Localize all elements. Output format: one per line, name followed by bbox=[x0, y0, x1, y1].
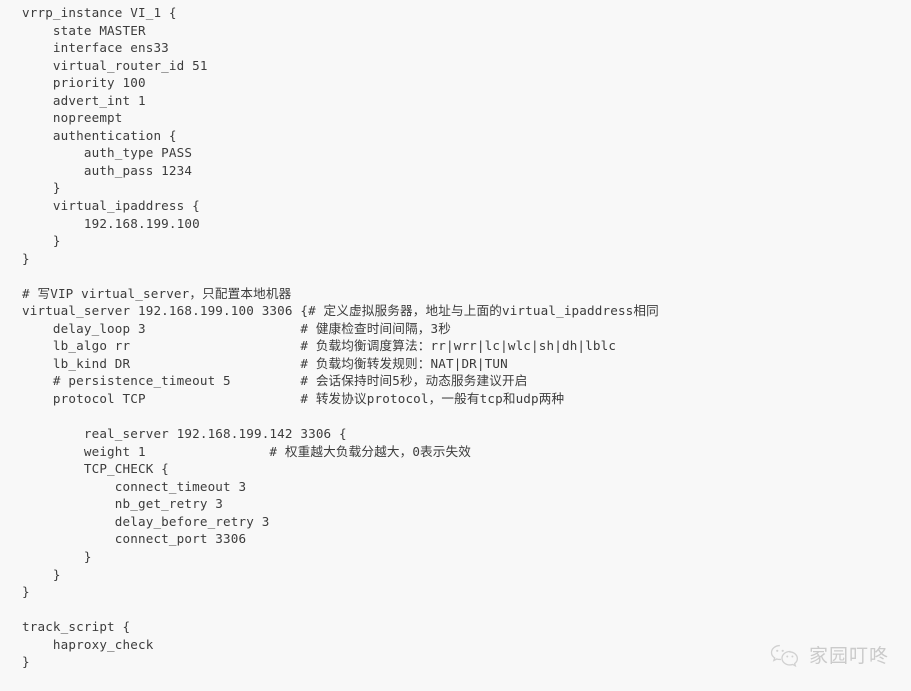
code-line: lb_kind DR # 负载均衡转发规则：NAT|DR|TUN bbox=[22, 355, 508, 371]
code-line: nopreempt bbox=[22, 110, 123, 126]
wechat-icon bbox=[770, 643, 800, 669]
code-line: delay_loop 3 # 健康检查时间间隔，3秒 bbox=[22, 320, 451, 336]
code-line: authentication { bbox=[22, 127, 177, 143]
watermark-label: 家园叮咚 bbox=[808, 645, 889, 667]
code-line: nb_get_retry 3 bbox=[22, 496, 224, 512]
code-line-list: vrrp_instance VI_1 { state MASTER interf… bbox=[0, 4, 911, 671]
code-line: delay_before_retry 3 bbox=[22, 513, 270, 529]
code-line: auth_pass 1234 bbox=[22, 162, 193, 178]
code-line: interface ens33 bbox=[22, 40, 169, 56]
code-line: protocol TCP # 转发协议protocol，一般有tcp和udp两种 bbox=[22, 391, 565, 407]
code-line: priority 100 bbox=[22, 75, 146, 91]
code-line: } bbox=[22, 566, 61, 582]
code-line: # 写VIP virtual_server，只配置本地机器 bbox=[22, 285, 292, 301]
code-line: virtual_router_id 51 bbox=[22, 57, 208, 73]
code-line: auth_type PASS bbox=[22, 145, 193, 161]
code-line: track_script { bbox=[22, 619, 131, 635]
code-line: virtual_ipaddress { bbox=[22, 198, 200, 214]
code-line: } bbox=[22, 250, 30, 266]
code-line: } bbox=[22, 548, 92, 564]
code-line: 192.168.199.100 bbox=[22, 215, 200, 231]
code-line: } bbox=[22, 180, 61, 196]
code-line: } bbox=[22, 584, 30, 600]
code-line: connect_timeout 3 bbox=[22, 478, 247, 494]
code-line: vrrp_instance VI_1 { bbox=[22, 5, 177, 20]
code-line: state MASTER bbox=[22, 22, 146, 38]
code-line: weight 1 # 权重越大负载分越大，0表示失效 bbox=[22, 443, 472, 459]
code-line: # persistence_timeout 5 # 会话保持时间5秒，动态服务建… bbox=[22, 373, 528, 389]
code-line: } bbox=[22, 233, 61, 249]
watermark-badge: 家园叮咚 bbox=[770, 643, 889, 669]
code-line: TCP_CHECK { bbox=[22, 461, 169, 477]
code-line: advert_int 1 bbox=[22, 92, 146, 108]
code-line: virtual_server 192.168.199.100 3306 {# 定… bbox=[22, 303, 659, 319]
code-viewer[interactable]: vrrp_instance VI_1 { state MASTER interf… bbox=[0, 0, 911, 691]
code-line: real_server 192.168.199.142 3306 { bbox=[22, 426, 347, 442]
code-line: lb_algo rr # 负载均衡调度算法：rr|wrr|lc|wlc|sh|d… bbox=[22, 338, 617, 354]
code-line: connect_port 3306 bbox=[22, 531, 247, 547]
